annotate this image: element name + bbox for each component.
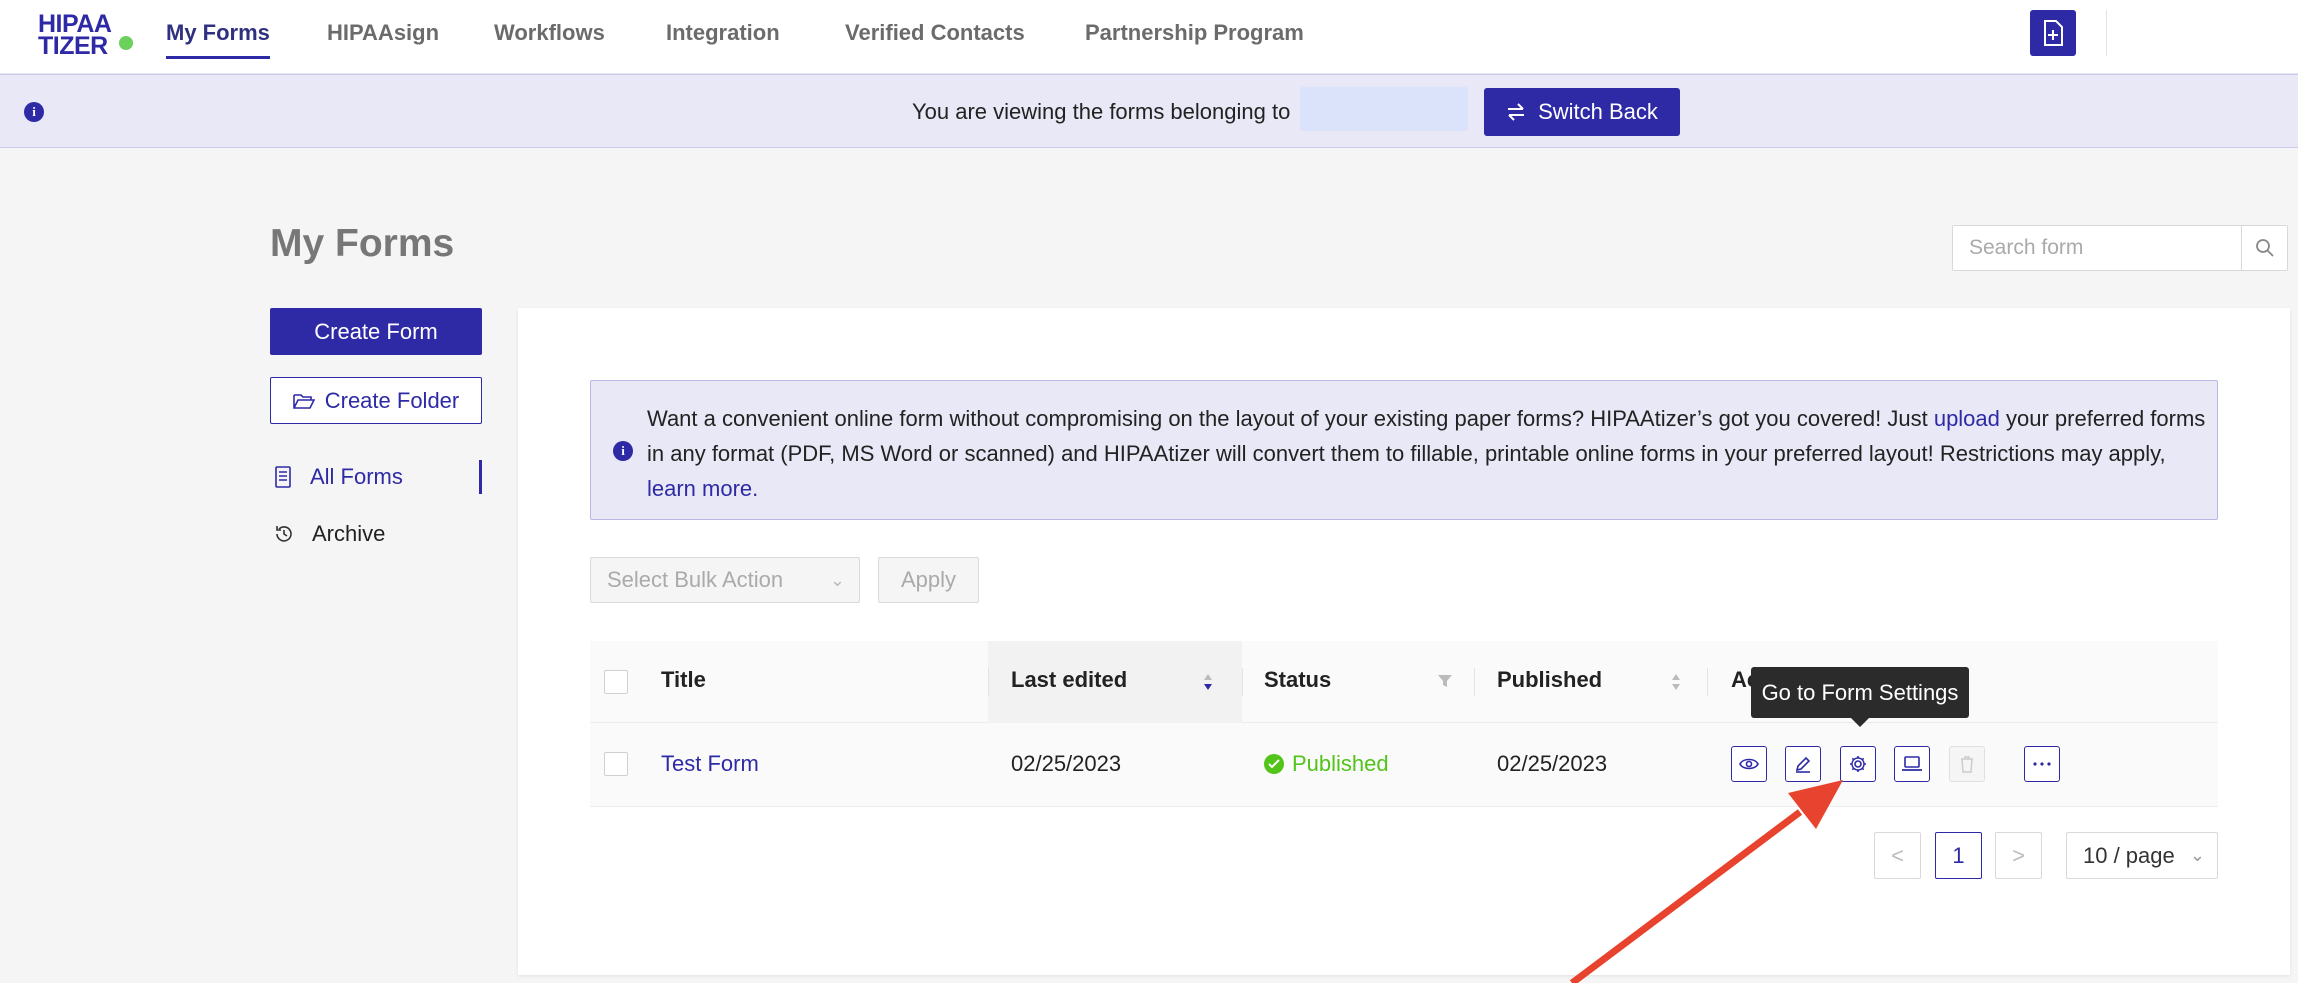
- status-label: Published: [1292, 751, 1389, 776]
- search-box: [1952, 225, 2288, 271]
- info-icon: i: [613, 441, 633, 461]
- page-size-select[interactable]: 10 / page ⌄: [2066, 832, 2218, 879]
- nav-my-forms[interactable]: My Forms: [166, 20, 270, 60]
- sidebar-item-label: All Forms: [310, 464, 403, 489]
- form-list-icon: [275, 466, 291, 488]
- published-date-value: 02/25/2023: [1497, 751, 1608, 776]
- viewing-as-banner: i You are viewing the forms belonging to…: [0, 74, 2298, 148]
- page-title: My Forms: [270, 222, 455, 265]
- page-size-value: 10 / page: [2083, 843, 2175, 868]
- sidebar-item-label: Archive: [312, 521, 386, 546]
- prev-page-button[interactable]: <: [1874, 832, 1921, 879]
- status-badge: Published: [1264, 751, 1389, 777]
- delete-button[interactable]: [1949, 746, 1985, 782]
- more-horizontal-icon: [2033, 762, 2051, 766]
- laptop-icon: [1902, 756, 1922, 771]
- embed-button[interactable]: [1894, 746, 1930, 782]
- eye-icon: [1739, 758, 1759, 770]
- nav-partnership-program[interactable]: Partnership Program: [1085, 20, 1304, 60]
- column-separator: [1242, 668, 1243, 696]
- column-published[interactable]: Published: [1497, 667, 1602, 693]
- form-title-link[interactable]: Test Form: [661, 751, 759, 777]
- folder-open-icon: [292, 393, 315, 409]
- row-checkbox[interactable]: [604, 752, 628, 776]
- info-icon: i: [24, 102, 44, 122]
- sort-icon[interactable]: [1202, 672, 1214, 692]
- bulk-action-select[interactable]: Select Bulk Action ⌄: [590, 557, 860, 603]
- column-separator: [1474, 668, 1475, 696]
- form-settings-button[interactable]: [1840, 746, 1876, 782]
- swap-arrows-icon: [1508, 103, 1525, 121]
- sort-icon[interactable]: [1670, 672, 1682, 692]
- sidebar-item-all-forms[interactable]: All Forms: [274, 460, 482, 494]
- bulk-action-placeholder: Select Bulk Action: [607, 567, 784, 592]
- chevron-down-icon: ⌄: [2189, 845, 2205, 865]
- nav-integration[interactable]: Integration: [666, 20, 780, 60]
- logo-badge-icon: [119, 36, 133, 50]
- table-header: Title Last edited Status Published Actio…: [590, 641, 2218, 723]
- column-last-edited[interactable]: Last edited: [1011, 667, 1127, 693]
- clock-history-icon: [276, 526, 292, 542]
- table-row: Test Form 02/25/2023 Published 02/25/202…: [590, 723, 2218, 807]
- select-all-checkbox[interactable]: [604, 670, 628, 694]
- new-form-button[interactable]: [2030, 10, 2076, 56]
- search-button[interactable]: [2241, 226, 2287, 270]
- create-form-button[interactable]: Create Form: [270, 308, 482, 355]
- page-1-button[interactable]: 1: [1935, 832, 1982, 879]
- last-edited-value: 02/25/2023: [1011, 751, 1122, 776]
- gear-icon: [1850, 756, 1866, 772]
- nav-workflows[interactable]: Workflows: [494, 20, 605, 60]
- filter-icon[interactable]: [1437, 673, 1453, 689]
- nav-divider: [2106, 10, 2107, 56]
- conversion-notice: i Want a convenient online form without …: [590, 380, 2218, 520]
- switch-back-button[interactable]: Switch Back: [1484, 88, 1680, 136]
- hipaatizer-logo[interactable]: HIPAA TIZER: [36, 10, 136, 60]
- nav-hipaasign[interactable]: HIPAAsign: [327, 20, 439, 60]
- logo-line-2: TIZER: [38, 32, 108, 60]
- create-folder-label: Create Folder: [324, 387, 460, 413]
- notice-text-part1: Want a convenient online form without co…: [647, 406, 1934, 431]
- learn-more-link[interactable]: learn more.: [647, 476, 758, 501]
- column-status[interactable]: Status: [1264, 667, 1331, 693]
- column-title[interactable]: Title: [661, 667, 706, 693]
- form-settings-tooltip: Go to Form Settings: [1751, 667, 1969, 727]
- search-input[interactable]: [1953, 226, 2243, 270]
- pencil-icon: [1795, 756, 1811, 773]
- search-icon: [2255, 239, 2274, 257]
- file-plus-icon: [2044, 20, 2063, 46]
- column-separator: [988, 668, 989, 696]
- edit-button[interactable]: [1785, 746, 1821, 782]
- nav-verified-contacts[interactable]: Verified Contacts: [845, 20, 1025, 60]
- top-navigation: HIPAA TIZER My Forms HIPAAsign Workflows…: [0, 0, 2298, 74]
- more-actions-button[interactable]: [2024, 746, 2060, 782]
- switch-back-label: Switch Back: [1538, 99, 1658, 124]
- sidebar-item-archive[interactable]: Archive: [274, 517, 482, 551]
- create-folder-button[interactable]: Create Folder: [270, 377, 482, 424]
- chevron-down-icon: ⌄: [829, 570, 845, 590]
- next-page-button[interactable]: >: [1995, 832, 2042, 879]
- apply-button[interactable]: Apply: [878, 557, 979, 603]
- upload-link[interactable]: upload: [1934, 406, 2000, 431]
- column-separator: [1707, 668, 1708, 696]
- banner-message: You are viewing the forms belonging to: [912, 99, 1291, 124]
- check-circle-icon: [1264, 754, 1284, 774]
- redacted-owner-name: [1300, 87, 1468, 131]
- preview-button[interactable]: [1731, 746, 1767, 782]
- notice-text: Want a convenient online form without co…: [647, 401, 2207, 506]
- trash-icon: [1961, 756, 1973, 773]
